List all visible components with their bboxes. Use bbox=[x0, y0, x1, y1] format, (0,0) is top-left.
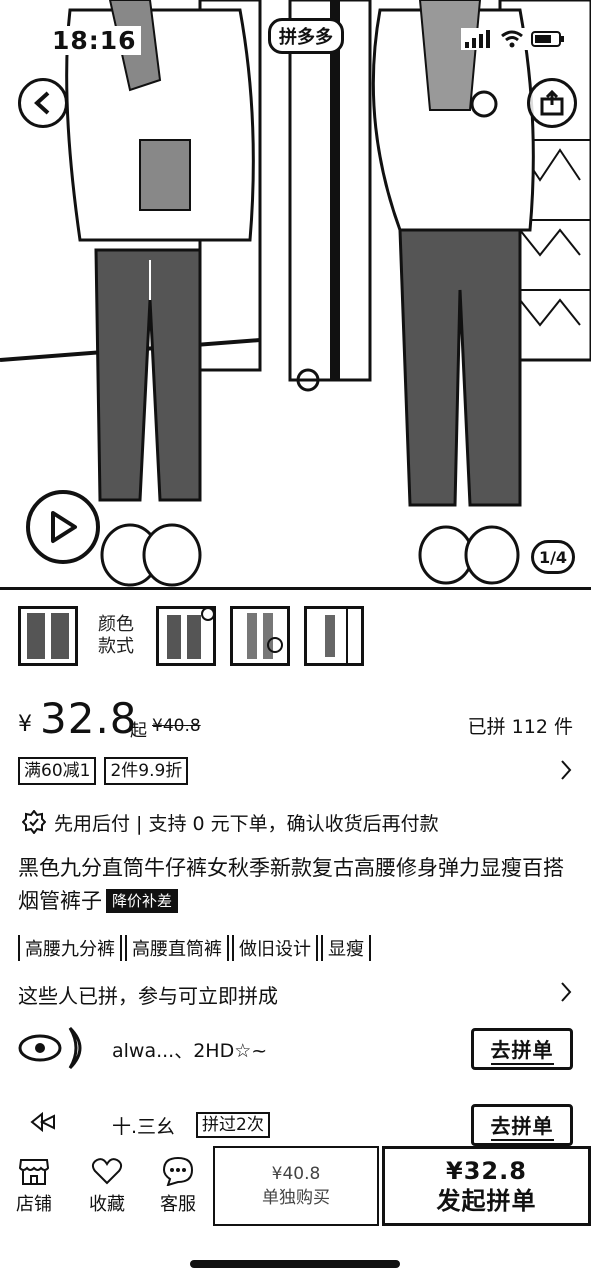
sold-count: 已拼 112 件 bbox=[467, 716, 573, 738]
product-title-text: 黑色九分直筒牛仔裤女秋季新款复古高腰修身弹力显瘦百搭烟管裤子 bbox=[18, 856, 564, 913]
single-buy-label: 单独购买 bbox=[262, 1188, 330, 1208]
chevron-right-icon bbox=[561, 982, 572, 1002]
attribute-tag: 高腰九分裤 bbox=[18, 935, 122, 961]
store-button[interactable]: 店铺 bbox=[4, 1156, 64, 1216]
avatar bbox=[30, 1111, 55, 1133]
attribute-tag: 做旧设计 bbox=[232, 935, 318, 961]
join-group-button[interactable]: 去拼单 bbox=[471, 1028, 573, 1070]
share-icon bbox=[540, 90, 564, 116]
attribute-tags: 高腰九分裤 高腰直筒裤 做旧设计 显瘦 bbox=[18, 934, 374, 962]
variant-thumb[interactable] bbox=[230, 606, 290, 666]
variant-thumb[interactable] bbox=[156, 606, 216, 666]
group-row: 十.三幺 拼过2次 去拼单 bbox=[18, 1100, 573, 1148]
single-price: ¥40.8 bbox=[271, 1164, 321, 1184]
price-suffix: 起 bbox=[130, 721, 147, 741]
pay-later-icon bbox=[22, 810, 46, 834]
price-row: ¥ 32.8 起 ¥40.8 已拼 112 件 bbox=[18, 694, 573, 746]
brand-tag: 拼多多 bbox=[268, 18, 344, 54]
start-group-button[interactable]: ¥32.8 发起拼单 bbox=[382, 1146, 591, 1226]
join-group-button[interactable]: 去拼单 bbox=[471, 1104, 573, 1146]
home-indicator[interactable] bbox=[190, 1260, 400, 1268]
group-member-names: alwa...、2HD☆~ bbox=[112, 1040, 268, 1062]
group-price: ¥32.8 bbox=[446, 1157, 527, 1185]
price-currency: ¥ bbox=[18, 712, 32, 737]
promo-row[interactable]: 满60减1 2件9.9折 bbox=[18, 756, 573, 786]
original-price: ¥40.8 bbox=[152, 716, 201, 736]
chevron-right-icon bbox=[561, 760, 572, 780]
variant-thumb[interactable] bbox=[304, 606, 364, 666]
attribute-tag: 高腰直筒裤 bbox=[125, 935, 229, 961]
status-time: 18:16 bbox=[48, 26, 141, 55]
variant-label[interactable]: 颜色 款式 bbox=[98, 614, 134, 658]
product-title: 黑色九分直筒牛仔裤女秋季新款复古高腰修身弹力显瘦百搭烟管裤子 降价补差 bbox=[18, 852, 578, 918]
signal-icon bbox=[465, 30, 490, 48]
promo-tag: 2件9.9折 bbox=[104, 757, 189, 785]
variant-image bbox=[247, 613, 283, 659]
variant-label-style: 款式 bbox=[98, 636, 134, 657]
price-protection-badge: 降价补差 bbox=[106, 889, 179, 913]
variant-image bbox=[27, 613, 69, 659]
video-play-button[interactable] bbox=[26, 490, 100, 564]
store-icon bbox=[18, 1159, 50, 1185]
price-value: 32.8 bbox=[40, 694, 138, 743]
group-member-names: 十.三幺 bbox=[112, 1116, 176, 1138]
selected-indicator bbox=[201, 609, 213, 621]
group-buy-title: 这些人已拼，参与可立即拼成 bbox=[18, 984, 278, 1008]
status-icons bbox=[461, 28, 569, 50]
group-row: alwa...、2HD☆~ 去拼单 bbox=[18, 1024, 573, 1072]
customer-service-label: 客服 bbox=[160, 1194, 196, 1215]
buy-single-button[interactable]: ¥40.8 单独购买 bbox=[213, 1146, 379, 1226]
pay-later-row: 先用后付 | 支持 0 元下单，确认收货后再付款 bbox=[22, 806, 439, 838]
product-image-carousel[interactable]: 18:16 拼多多 1/4 bbox=[0, 0, 591, 590]
join-group-label: 去拼单 bbox=[490, 1110, 554, 1141]
back-button[interactable] bbox=[18, 78, 68, 128]
variant-label-color: 颜色 bbox=[98, 614, 134, 635]
chevron-left-icon bbox=[34, 91, 50, 115]
share-button[interactable] bbox=[527, 78, 577, 128]
group-times-badge: 拼过2次 bbox=[196, 1112, 270, 1138]
bottom-action-bar: 店铺 收藏 客服 ¥40.8 单独购买 ¥32.8 发起拼单 bbox=[0, 1146, 591, 1230]
store-label: 店铺 bbox=[16, 1194, 52, 1215]
chat-icon bbox=[162, 1156, 194, 1186]
wifi-icon bbox=[501, 30, 523, 48]
variant-image bbox=[325, 609, 348, 663]
favorite-label: 收藏 bbox=[89, 1194, 125, 1215]
variant-thumb-main[interactable] bbox=[18, 606, 78, 666]
pay-later-text: 先用后付 | 支持 0 元下单，确认收货后再付款 bbox=[54, 812, 439, 835]
heart-icon bbox=[91, 1158, 123, 1185]
image-counter: 1/4 bbox=[531, 540, 575, 574]
avatar bbox=[18, 1026, 82, 1070]
attribute-tag: 显瘦 bbox=[321, 935, 371, 961]
variant-selector[interactable]: 颜色 款式 bbox=[18, 604, 364, 668]
play-icon bbox=[51, 511, 77, 543]
battery-icon bbox=[531, 31, 564, 47]
join-group-label: 去拼单 bbox=[490, 1034, 554, 1065]
favorite-button[interactable]: 收藏 bbox=[77, 1156, 137, 1216]
promo-tag: 满60减1 bbox=[18, 757, 97, 785]
customer-service-button[interactable]: 客服 bbox=[148, 1156, 208, 1216]
start-group-label: 发起拼单 bbox=[436, 1187, 537, 1215]
group-buy-header[interactable]: 这些人已拼，参与可立即拼成 bbox=[18, 980, 573, 1010]
